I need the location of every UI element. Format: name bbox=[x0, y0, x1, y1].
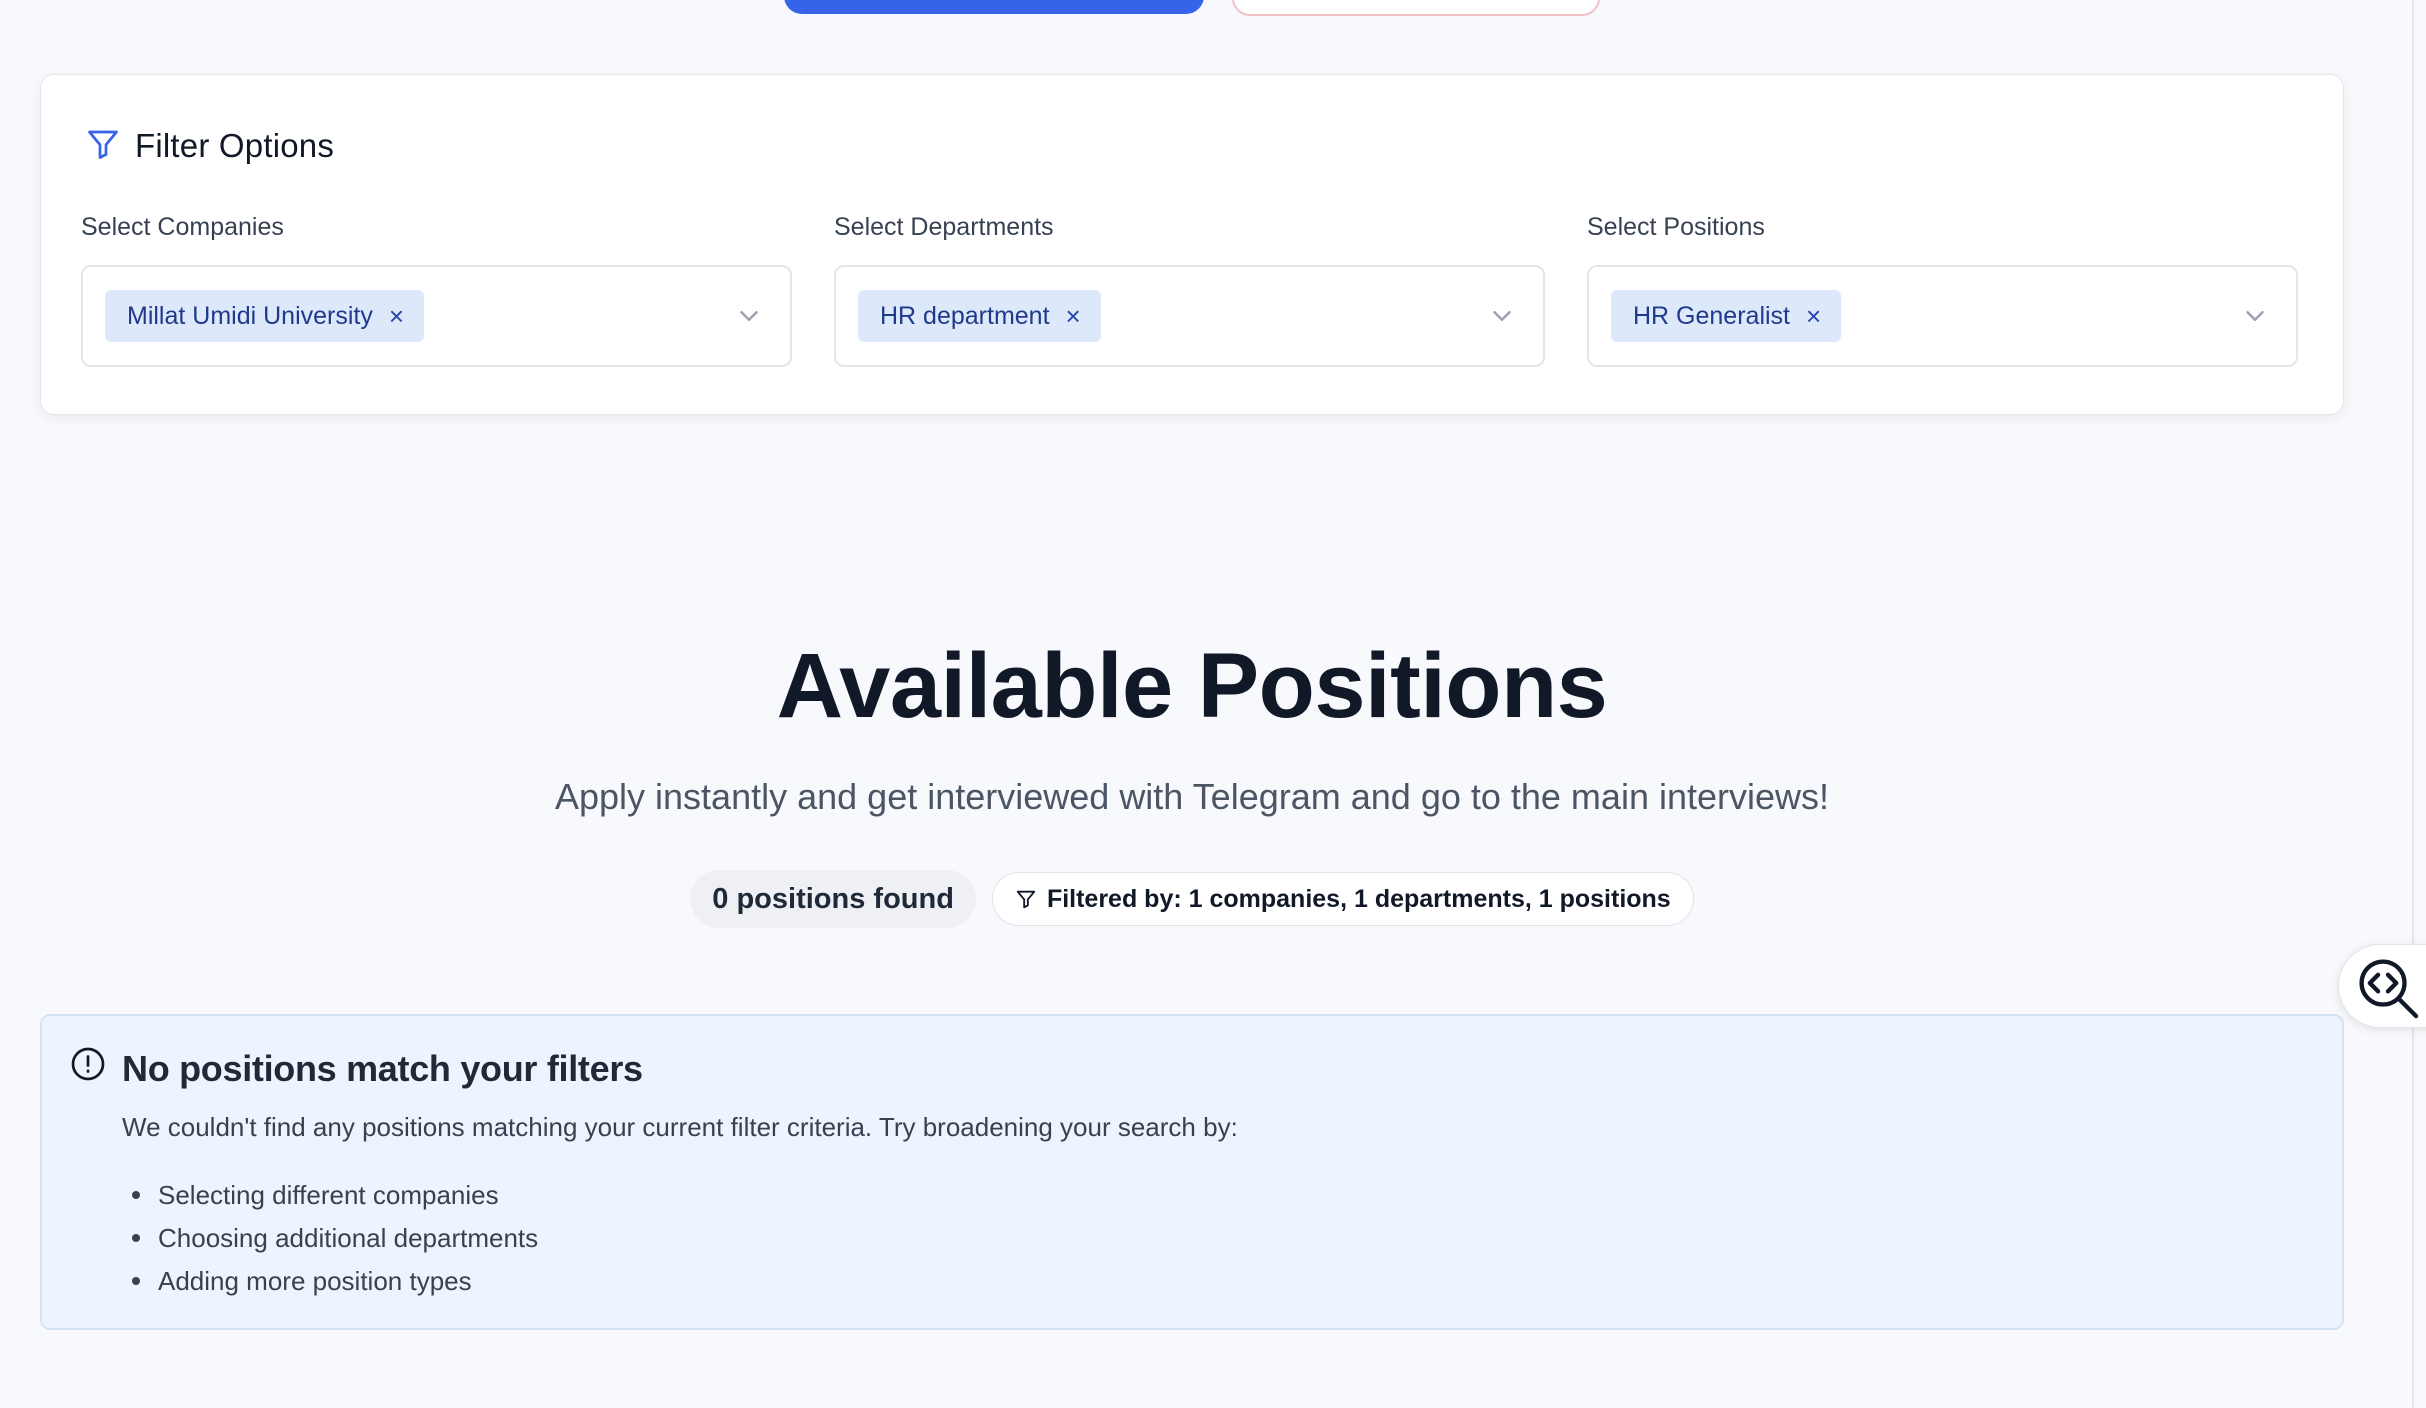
departments-label: Select Departments bbox=[834, 213, 1054, 241]
secondary-action-button[interactable] bbox=[1232, 0, 1600, 16]
list-item: Adding more position types bbox=[122, 1264, 538, 1307]
no-results-alert: No positions match your filters We could… bbox=[40, 1014, 2344, 1330]
filter-icon bbox=[1016, 890, 1036, 909]
department-chip: HR department × bbox=[858, 290, 1101, 342]
companies-field: Select Companies Millat Umidi University… bbox=[81, 213, 792, 367]
alert-circle-icon bbox=[71, 1047, 105, 1081]
position-chip: HR Generalist × bbox=[1611, 290, 1842, 342]
active-filters-badge: Filtered by: 1 companies, 1 departments,… bbox=[991, 872, 1694, 926]
scrollbar-edge bbox=[2412, 0, 2414, 1408]
alert-title: No positions match your filters bbox=[122, 1048, 643, 1089]
alert-description: We couldn't find any positions matching … bbox=[122, 1112, 1238, 1142]
departments-field: Select Departments HR department × bbox=[834, 213, 1545, 367]
chevron-down-icon[interactable] bbox=[734, 301, 764, 331]
department-chip-label: HR department bbox=[880, 301, 1050, 330]
chevron-down-icon[interactable] bbox=[1487, 301, 1517, 331]
positions-select[interactable]: HR Generalist × bbox=[1587, 265, 2298, 367]
remove-department-chip-button[interactable]: × bbox=[1066, 303, 1081, 329]
departments-select[interactable]: HR department × bbox=[834, 265, 1545, 367]
positions-count-badge: 0 positions found bbox=[690, 870, 976, 928]
page-subtitle: Apply instantly and get interviewed with… bbox=[554, 776, 1830, 817]
filter-icon bbox=[85, 126, 121, 167]
companies-select[interactable]: Millat Umidi University × bbox=[81, 265, 792, 367]
page: Filter Options Select Companies Millat U… bbox=[0, 0, 2426, 1408]
filter-options-card: Filter Options Select Companies Millat U… bbox=[40, 74, 2344, 415]
results-summary: 0 positions found Filtered by: 1 compani… bbox=[0, 870, 2384, 928]
page-title: Available Positions bbox=[776, 635, 1608, 737]
remove-company-chip-button[interactable]: × bbox=[389, 303, 404, 329]
positions-label: Select Positions bbox=[1587, 213, 1765, 241]
primary-action-button[interactable] bbox=[784, 0, 1204, 14]
company-chip: Millat Umidi University × bbox=[105, 290, 425, 342]
list-item: Choosing additional departments bbox=[122, 1221, 538, 1264]
companies-label: Select Companies bbox=[81, 213, 284, 241]
active-filters-text: Filtered by: 1 companies, 1 departments,… bbox=[1046, 884, 1671, 913]
position-chip-label: HR Generalist bbox=[1633, 301, 1790, 330]
list-item: Selecting different companies bbox=[122, 1178, 538, 1221]
filter-title: Filter Options bbox=[135, 127, 335, 164]
remove-position-chip-button[interactable]: × bbox=[1806, 303, 1821, 329]
company-chip-label: Millat Umidi University bbox=[127, 301, 373, 330]
code-search-icon bbox=[2359, 959, 2419, 1019]
filter-header: Filter Options bbox=[85, 123, 334, 169]
chevron-down-icon[interactable] bbox=[2240, 301, 2270, 331]
positions-field: Select Positions HR Generalist × bbox=[1587, 213, 2298, 367]
suggestion-list: Selecting different companies Choosing a… bbox=[122, 1178, 538, 1307]
inspector-button[interactable] bbox=[2338, 944, 2426, 1028]
